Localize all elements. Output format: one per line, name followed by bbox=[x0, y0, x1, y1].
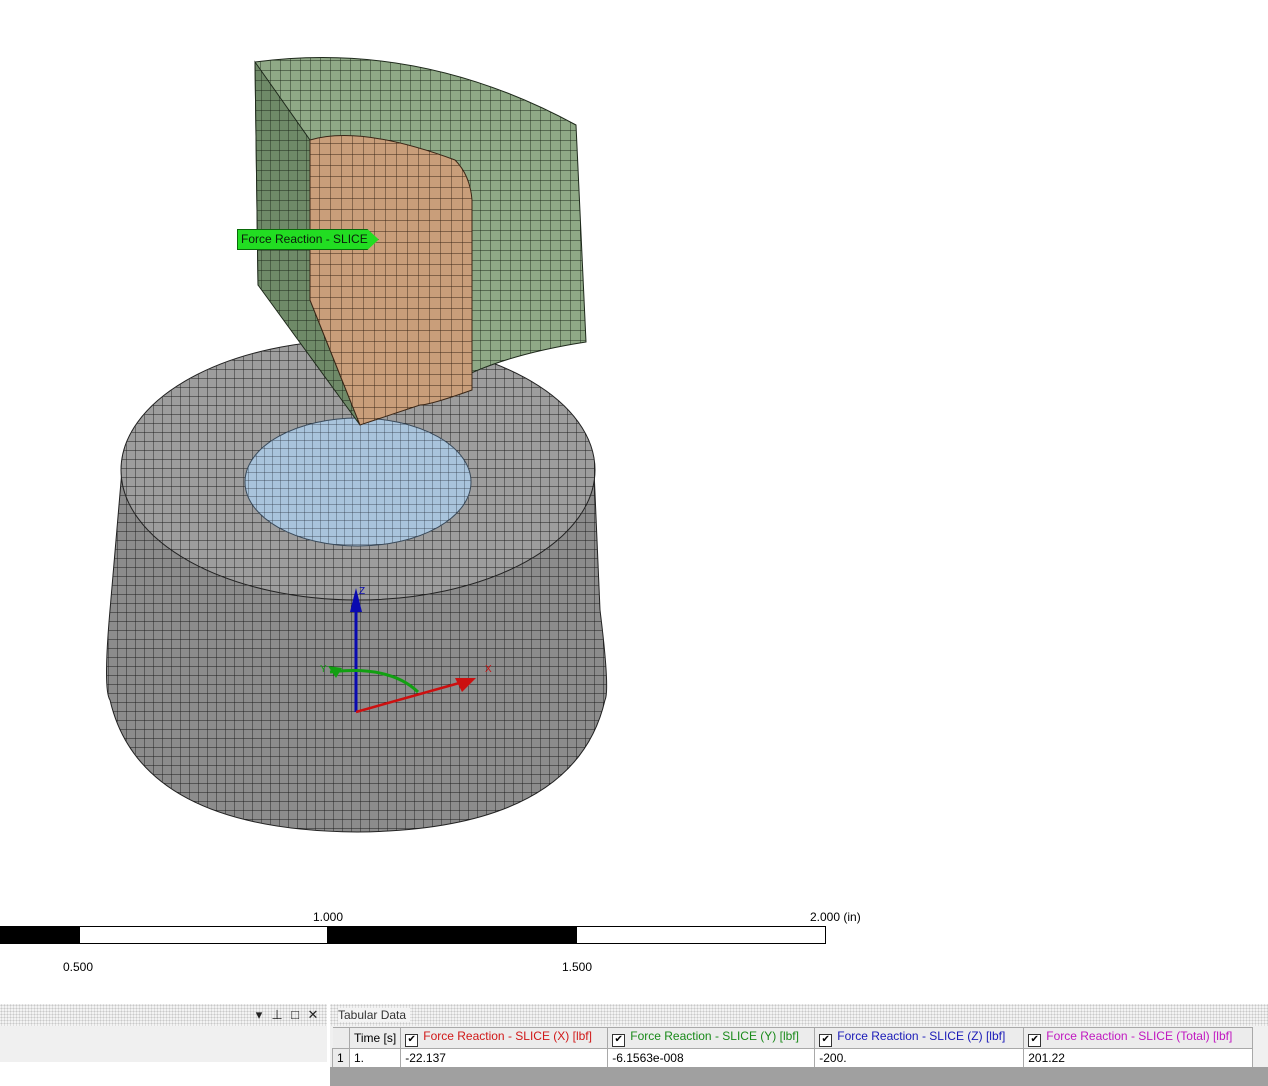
tabular-data-pane: Tabular Data Time [s] ✔ Force Reaction - … bbox=[330, 1004, 1268, 1086]
scale-label-0500: 0.500 bbox=[63, 960, 94, 974]
table-cell[interactable]: -6.1563e-008 bbox=[607, 1048, 816, 1068]
triad-x-label: X bbox=[485, 664, 492, 675]
column-header-x[interactable]: ✔ Force Reaction - SLICE (X) [lbf] bbox=[400, 1027, 609, 1049]
tabular-data-header: Tabular Data bbox=[330, 1004, 1268, 1026]
table-cell[interactable]: 201.22 bbox=[1023, 1048, 1254, 1068]
checkbox-icon[interactable]: ✔ bbox=[819, 1034, 833, 1047]
scale-segment bbox=[79, 926, 328, 944]
column-label: Time [s] bbox=[354, 1031, 397, 1045]
column-header-time[interactable]: Time [s] bbox=[348, 1027, 402, 1049]
table-cell[interactable]: -22.137 bbox=[400, 1048, 609, 1068]
contact-region bbox=[244, 417, 472, 547]
scale-label-2000: 2.000 (in) bbox=[810, 910, 861, 924]
pin-icon[interactable]: ⊥ bbox=[271, 1007, 283, 1022]
column-header-z[interactable]: ✔ Force Reaction - SLICE (Z) [lbf] bbox=[814, 1027, 1025, 1049]
column-label: Force Reaction - SLICE (X) [lbf] bbox=[423, 1029, 592, 1043]
checkbox-icon[interactable]: ✔ bbox=[405, 1034, 419, 1047]
scale-segment bbox=[576, 926, 826, 944]
table-cell[interactable]: 1. bbox=[348, 1048, 402, 1068]
left-pane-header: ▾ ⊥ □ ✕ bbox=[0, 1004, 327, 1026]
column-label: Force Reaction - SLICE (Y) [lbf] bbox=[630, 1029, 799, 1043]
graphics-viewport[interactable]: Z X Y Force Reaction - SLICE 1.000 2.000… bbox=[0, 0, 1268, 1000]
scale-label-1000: 1.000 bbox=[313, 910, 344, 924]
scale-label-1500: 1.500 bbox=[562, 960, 593, 974]
close-icon[interactable]: ✕ bbox=[307, 1007, 319, 1022]
table-header-row: Time [s] ✔ Force Reaction - SLICE (X) [lb… bbox=[332, 1027, 1254, 1049]
checkbox-icon[interactable]: ✔ bbox=[612, 1034, 626, 1047]
mesh-model-view[interactable]: Z X Y bbox=[0, 0, 1268, 900]
tabular-data-title: Tabular Data bbox=[338, 1008, 411, 1022]
scale-segment bbox=[327, 926, 577, 944]
column-label: Force Reaction - SLICE (Z) [lbf] bbox=[837, 1029, 1006, 1043]
column-label: Force Reaction - SLICE (Total) [lbf] bbox=[1046, 1029, 1233, 1043]
dropdown-icon[interactable]: ▾ bbox=[253, 1007, 265, 1022]
table-row[interactable]: 1 1. -22.137 -6.1563e-008 -200. 201.22 bbox=[332, 1048, 1254, 1068]
left-pane-band bbox=[0, 1026, 327, 1062]
left-pane: ▾ ⊥ □ ✕ bbox=[0, 1004, 327, 1086]
triad-y-label: Y bbox=[320, 664, 327, 675]
table-empty-area bbox=[330, 1067, 1268, 1086]
row-index-header bbox=[332, 1027, 350, 1049]
row-index: 1 bbox=[332, 1048, 350, 1068]
table-cell[interactable]: -200. bbox=[814, 1048, 1025, 1068]
column-header-total[interactable]: ✔ Force Reaction - SLICE (Total) [lbf] bbox=[1023, 1027, 1254, 1049]
checkbox-icon[interactable]: ✔ bbox=[1028, 1034, 1042, 1047]
column-header-y[interactable]: ✔ Force Reaction - SLICE (Y) [lbf] bbox=[607, 1027, 816, 1049]
tabular-data-table: Time [s] ✔ Force Reaction - SLICE (X) [lb… bbox=[332, 1027, 1254, 1068]
scale-segment bbox=[0, 926, 80, 944]
triad-z-label: Z bbox=[359, 586, 365, 597]
maximize-icon[interactable]: □ bbox=[289, 1007, 301, 1022]
probe-label[interactable]: Force Reaction - SLICE bbox=[237, 229, 379, 250]
